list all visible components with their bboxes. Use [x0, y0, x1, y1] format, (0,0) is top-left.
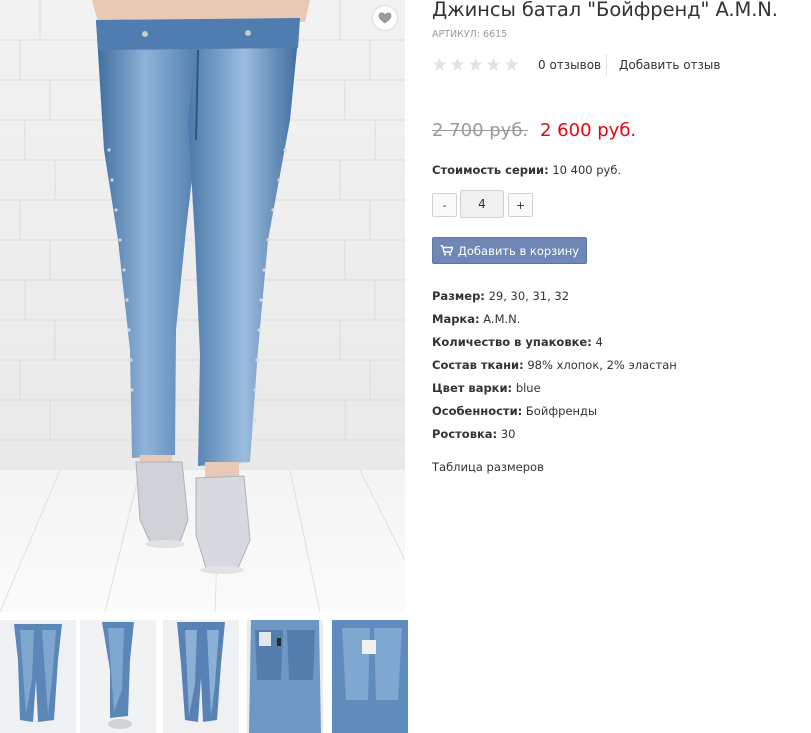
sku-value: 6615 [483, 29, 508, 40]
cart-icon [440, 245, 453, 256]
property-height: Ростовка: 30 [432, 427, 677, 450]
series-cost: Стоимость серии: 10 400 руб. [432, 163, 621, 177]
property-value: 30 [500, 427, 516, 441]
thumbnail-image [163, 620, 239, 733]
thumbnail-5[interactable] [332, 620, 408, 733]
add-to-cart-label: Добавить в корзину [457, 243, 580, 258]
property-size: Размер: 29, 30, 31, 32 [432, 289, 677, 312]
series-cost-value: 10 400 руб. [552, 163, 622, 177]
size-table-link[interactable]: Таблица размеров [432, 460, 544, 474]
star-icon[interactable] [486, 57, 501, 72]
star-icon[interactable] [504, 57, 519, 72]
star-icon[interactable] [432, 57, 447, 72]
property-value: 4 [595, 335, 603, 349]
product-title: Джинсы батал "Бойфренд" A.M.N. [432, 0, 778, 21]
property-value: 98% хлопок, 2% эластан [527, 358, 677, 372]
property-pack-quantity: Количество в упаковке: 4 [432, 335, 677, 358]
thumbnail-3[interactable] [163, 620, 239, 733]
current-price: 2 600 руб. [540, 120, 637, 141]
property-label: Марка: [432, 312, 480, 326]
property-features: Особенности: Бойфренды [432, 404, 677, 427]
property-label: Цвет варки: [432, 381, 513, 395]
add-review-link[interactable]: Добавить отзыв [619, 58, 720, 72]
product-properties: Размер: 29, 30, 31, 32 Марка: A.M.N. Кол… [432, 289, 677, 450]
thumbnail-2[interactable] [80, 620, 156, 733]
property-value: Бойфренды [525, 404, 598, 418]
star-icon[interactable] [450, 57, 465, 72]
thumbnail-image [247, 620, 323, 733]
quantity-increase-button[interactable]: + [508, 193, 533, 217]
thumbnail-image [332, 620, 408, 733]
product-main-image[interactable] [0, 0, 405, 612]
property-label: Размер: [432, 289, 485, 303]
thumbnail-4[interactable] [247, 620, 323, 733]
thumbnail-1[interactable] [0, 620, 76, 733]
property-label: Количество в упаковке: [432, 335, 592, 349]
thumbnail-image [80, 620, 156, 733]
property-value: A.M.N. [483, 312, 521, 326]
property-label: Ростовка: [432, 427, 498, 441]
add-to-cart-button[interactable]: Добавить в корзину [432, 237, 587, 264]
thumbnail-gallery [0, 620, 410, 733]
rating-stars[interactable] [432, 57, 519, 72]
product-sku: АРТИКУЛ: 6615 [432, 29, 507, 40]
quantity-input[interactable] [460, 190, 504, 218]
property-wash-color: Цвет варки: blue [432, 381, 677, 404]
property-label: Особенности: [432, 404, 523, 418]
property-fabric: Состав ткани: 98% хлопок, 2% эластан [432, 358, 677, 381]
reviews-count-link[interactable]: 0 отзывов [538, 58, 601, 72]
thumbnail-image [0, 620, 76, 733]
wishlist-button[interactable] [373, 6, 397, 30]
divider [606, 54, 607, 76]
heart-icon [378, 12, 392, 24]
series-cost-label: Стоимость серии: [432, 163, 549, 177]
property-brand: Марка: A.M.N. [432, 312, 677, 335]
property-value: 29, 30, 31, 32 [488, 289, 570, 303]
property-label: Состав ткани: [432, 358, 524, 372]
property-value: blue [515, 381, 541, 395]
old-price: 2 700 руб. [432, 120, 529, 141]
sku-label: АРТИКУЛ: [432, 29, 481, 40]
star-icon[interactable] [468, 57, 483, 72]
quantity-decrease-button[interactable]: - [432, 193, 457, 217]
jeans-photo [0, 0, 405, 612]
